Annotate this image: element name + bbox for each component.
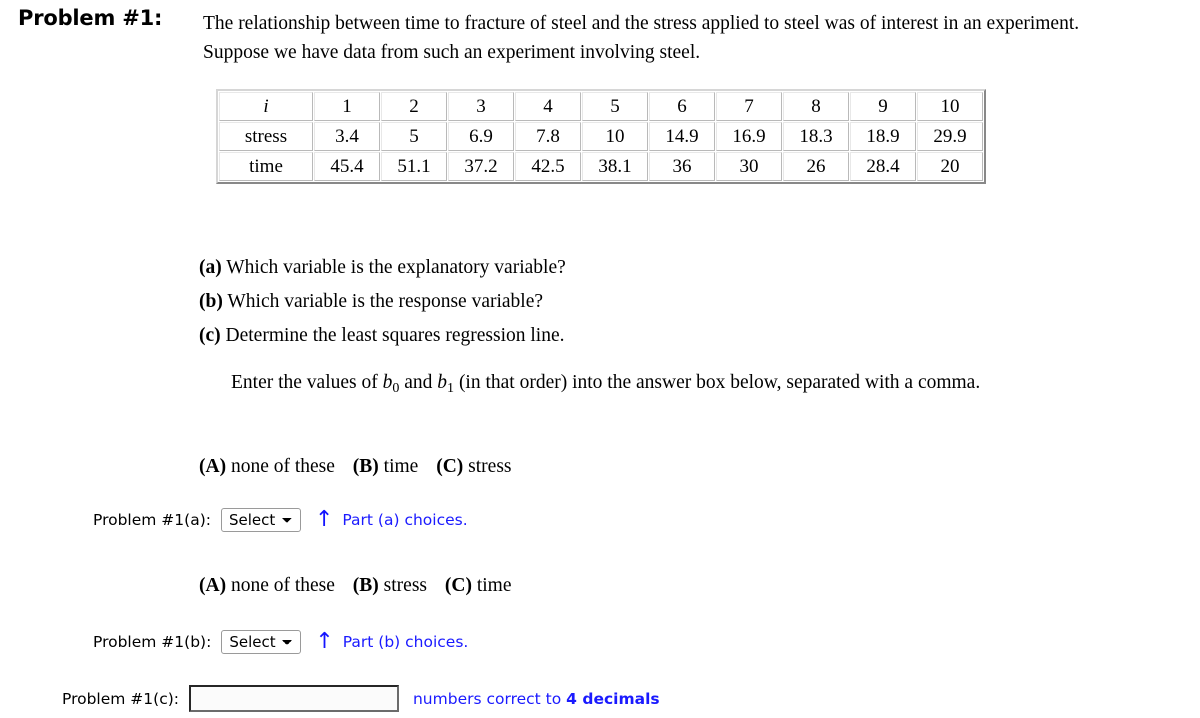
answer-label-part-b: Problem #1(b): — [93, 633, 212, 651]
cell-index-10: 10 — [917, 92, 983, 121]
cell-index-4: 4 — [515, 92, 581, 121]
up-arrow-icon: ↑ — [315, 629, 334, 654]
problem-statement: The relationship between time to fractur… — [203, 9, 1193, 67]
subquestion-list: (a) Which variable is the explanatory va… — [199, 251, 566, 353]
cell-time-5: 38.1 — [582, 152, 648, 181]
cell-time-10: 20 — [917, 152, 983, 181]
cell-stress-10: 29.9 — [917, 122, 983, 151]
instruction-suffix: (in that order) into the answer box belo… — [454, 372, 981, 393]
cell-time-7: 30 — [716, 152, 782, 181]
cell-stress-5: 10 — [582, 122, 648, 151]
variable-b0-base: b — [382, 372, 393, 393]
variable-b1-subscript: 1 — [447, 379, 455, 396]
answer-row-part-c: Problem #1(c): numbers correct to 4 deci… — [62, 685, 660, 712]
choice-b-A-text: none of these — [230, 575, 335, 596]
choices-part-b: (A) none of these (B) stress (C) time — [199, 575, 512, 597]
cell-stress-6: 14.9 — [649, 122, 715, 151]
choice-b-B-text: stress — [383, 575, 428, 596]
subquestion-c: (c) Determine the least squares regressi… — [199, 319, 566, 353]
cell-index-1: 1 — [314, 92, 380, 121]
cell-stress-3: 6.9 — [448, 122, 514, 151]
cell-time-9: 28.4 — [850, 152, 916, 181]
subquestion-a: (a) Which variable is the explanatory va… — [199, 251, 566, 285]
answer-row-part-b: Problem #1(b): Select (A) (B) (C) ↑ Part… — [93, 630, 468, 654]
subquestion-c-text: Determine the least squares regression l… — [225, 325, 565, 346]
cell-stress-8: 18.3 — [783, 122, 849, 151]
cell-index-5: 5 — [582, 92, 648, 121]
hint-part-c-prefix: numbers correct to — [412, 689, 567, 708]
problem-statement-line-1: The relationship between time to fractur… — [203, 13, 1080, 34]
cell-index-2: 2 — [381, 92, 447, 121]
variable-b1-base: b — [437, 372, 448, 393]
cell-index-6: 6 — [649, 92, 715, 121]
choice-b-C-text: time — [476, 575, 512, 596]
table-row-time: time 45.4 51.1 37.2 42.5 38.1 36 30 26 2… — [219, 152, 983, 181]
row-header-time: time — [219, 152, 313, 181]
cell-time-3: 37.2 — [448, 152, 514, 181]
cell-time-2: 51.1 — [381, 152, 447, 181]
variable-b0: b0 — [382, 372, 400, 396]
cell-time-6: 36 — [649, 152, 715, 181]
cell-stress-2: 5 — [381, 122, 447, 151]
answer-input-part-c[interactable] — [188, 685, 399, 712]
cell-time-4: 42.5 — [515, 152, 581, 181]
page-title: Problem #1: — [18, 6, 163, 30]
cell-stress-9: 18.9 — [850, 122, 916, 151]
subquestion-a-text: Which variable is the explanatory variab… — [226, 257, 566, 278]
hint-part-a: Part (a) choices. — [342, 511, 468, 529]
variable-b1: b1 — [437, 372, 455, 396]
cell-index-7: 7 — [716, 92, 782, 121]
select-part-b[interactable]: Select (A) (B) (C) — [221, 630, 302, 654]
instruction-prefix: Enter the values of — [231, 372, 383, 393]
table-row-stress: stress 3.4 5 6.9 7.8 10 14.9 16.9 18.3 1… — [219, 122, 983, 151]
row-header-i: i — [219, 92, 313, 121]
choice-a-A-text: none of these — [230, 456, 335, 477]
enter-values-instruction: Enter the values of b0 and b1 (in that o… — [231, 372, 980, 397]
cell-time-8: 26 — [783, 152, 849, 181]
subquestion-b-text: Which variable is the response variable? — [227, 291, 544, 312]
up-arrow-icon: ↑ — [314, 507, 334, 532]
answer-label-part-a: Problem #1(a): — [93, 511, 211, 529]
choices-part-a: (A) none of these (B) time (C) stress — [199, 456, 512, 478]
instruction-middle: and — [399, 372, 438, 393]
choice-a-C-letter: (C) — [436, 456, 464, 477]
select-part-a[interactable]: Select (A) (B) (C) — [220, 508, 301, 532]
hint-part-b: Part (b) choices. — [342, 633, 469, 651]
table-row-index: i 1 2 3 4 5 6 7 8 9 10 — [219, 92, 983, 121]
subquestion-c-label: (c) — [199, 325, 221, 346]
answer-label-part-c: Problem #1(c): — [62, 689, 179, 708]
cell-index-9: 9 — [850, 92, 916, 121]
choice-a-C-text: stress — [468, 456, 512, 477]
cell-stress-1: 3.4 — [314, 122, 380, 151]
problem-statement-line-2: Suppose we have data from such an experi… — [203, 42, 701, 63]
experiment-data-table: i 1 2 3 4 5 6 7 8 9 10 stress 3.4 5 6.9 … — [216, 89, 986, 184]
choice-a-B-letter: (B) — [352, 456, 379, 477]
cell-stress-7: 16.9 — [716, 122, 782, 151]
cell-index-8: 8 — [783, 92, 849, 121]
cell-stress-4: 7.8 — [515, 122, 581, 151]
choice-b-C-letter: (C) — [444, 575, 472, 596]
choice-b-B-letter: (B) — [352, 575, 379, 596]
subquestion-a-label: (a) — [199, 257, 222, 278]
subquestion-b-label: (b) — [199, 291, 223, 312]
row-header-stress: stress — [219, 122, 313, 151]
answer-row-part-a: Problem #1(a): Select (A) (B) (C) ↑ Part… — [93, 508, 468, 532]
choice-a-A-letter: (A) — [199, 456, 227, 477]
cell-time-1: 45.4 — [314, 152, 380, 181]
cell-index-3: 3 — [448, 92, 514, 121]
subquestion-b: (b) Which variable is the response varia… — [199, 285, 566, 319]
data-table-container: i 1 2 3 4 5 6 7 8 9 10 stress 3.4 5 6.9 … — [216, 89, 986, 184]
choice-b-A-letter: (A) — [199, 575, 227, 596]
choice-a-B-text: time — [383, 456, 419, 477]
hint-part-c-bold: 4 decimals — [566, 689, 660, 708]
hint-part-c: numbers correct to 4 decimals — [413, 690, 660, 708]
